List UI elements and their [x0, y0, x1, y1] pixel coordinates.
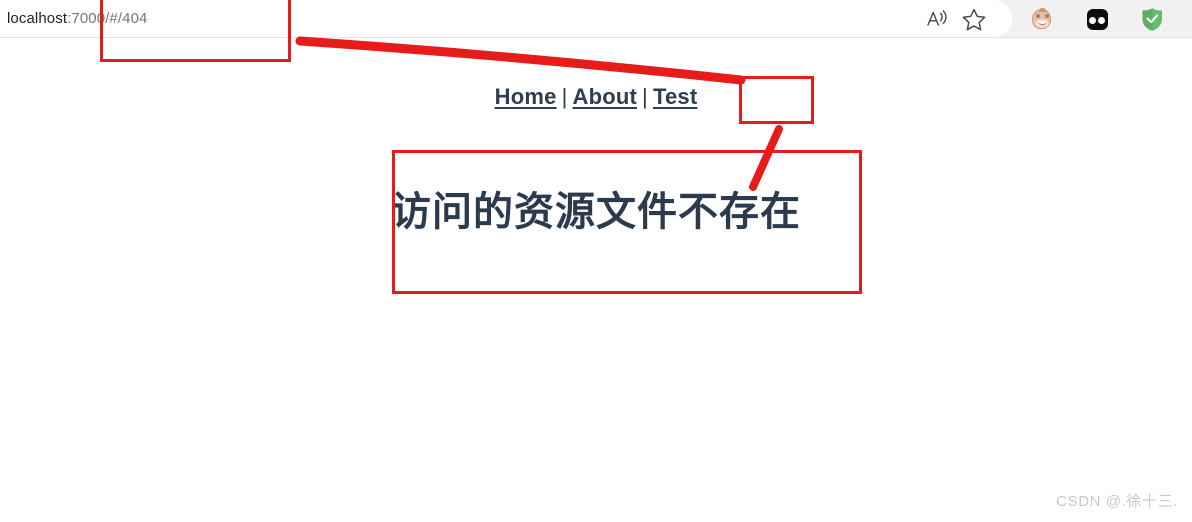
- tampermonkey-extension-icon[interactable]: [1028, 6, 1054, 32]
- page-content: Home | About | Test 访问的资源文件不存在 CSDN @.徐十三.: [0, 39, 1192, 522]
- nav-link-home[interactable]: Home: [495, 84, 557, 109]
- read-aloud-glyph: [927, 10, 947, 26]
- url-text: localhost:7000/#/404: [7, 9, 147, 28]
- url-host: localhost: [7, 10, 68, 27]
- nav-separator-2: |: [642, 84, 648, 109]
- read-aloud-icon[interactable]: [925, 6, 951, 32]
- monkey-mouth: [1037, 21, 1047, 25]
- monkey-tuft: [1038, 8, 1046, 12]
- monkey-face-glyph: [1031, 8, 1051, 29]
- nav-link-test[interactable]: Test: [653, 84, 697, 109]
- dark-square-glyph: [1086, 8, 1108, 30]
- favorite-star-icon[interactable]: [961, 6, 987, 32]
- address-bar[interactable]: localhost:7000/#/404: [0, 0, 1012, 37]
- browser-toolbar: localhost:7000/#/404: [0, 0, 1192, 38]
- nav-separator-1: |: [561, 84, 568, 109]
- csdn-watermark: CSDN @.徐十三.: [1056, 493, 1178, 510]
- site-navigation: Home | About | Test: [0, 84, 1192, 110]
- url-path: :7000/#/404: [67, 10, 148, 27]
- adguard-shield-icon[interactable]: [1139, 6, 1165, 32]
- shield-check-glyph: [1142, 7, 1162, 31]
- star-glyph: [962, 8, 986, 30]
- error-message-text: 访问的资源文件不存在: [391, 189, 801, 235]
- monkey-eyes: [1035, 14, 1049, 18]
- nav-link-about[interactable]: About: [573, 84, 638, 109]
- dark-extension-icon[interactable]: [1084, 6, 1110, 32]
